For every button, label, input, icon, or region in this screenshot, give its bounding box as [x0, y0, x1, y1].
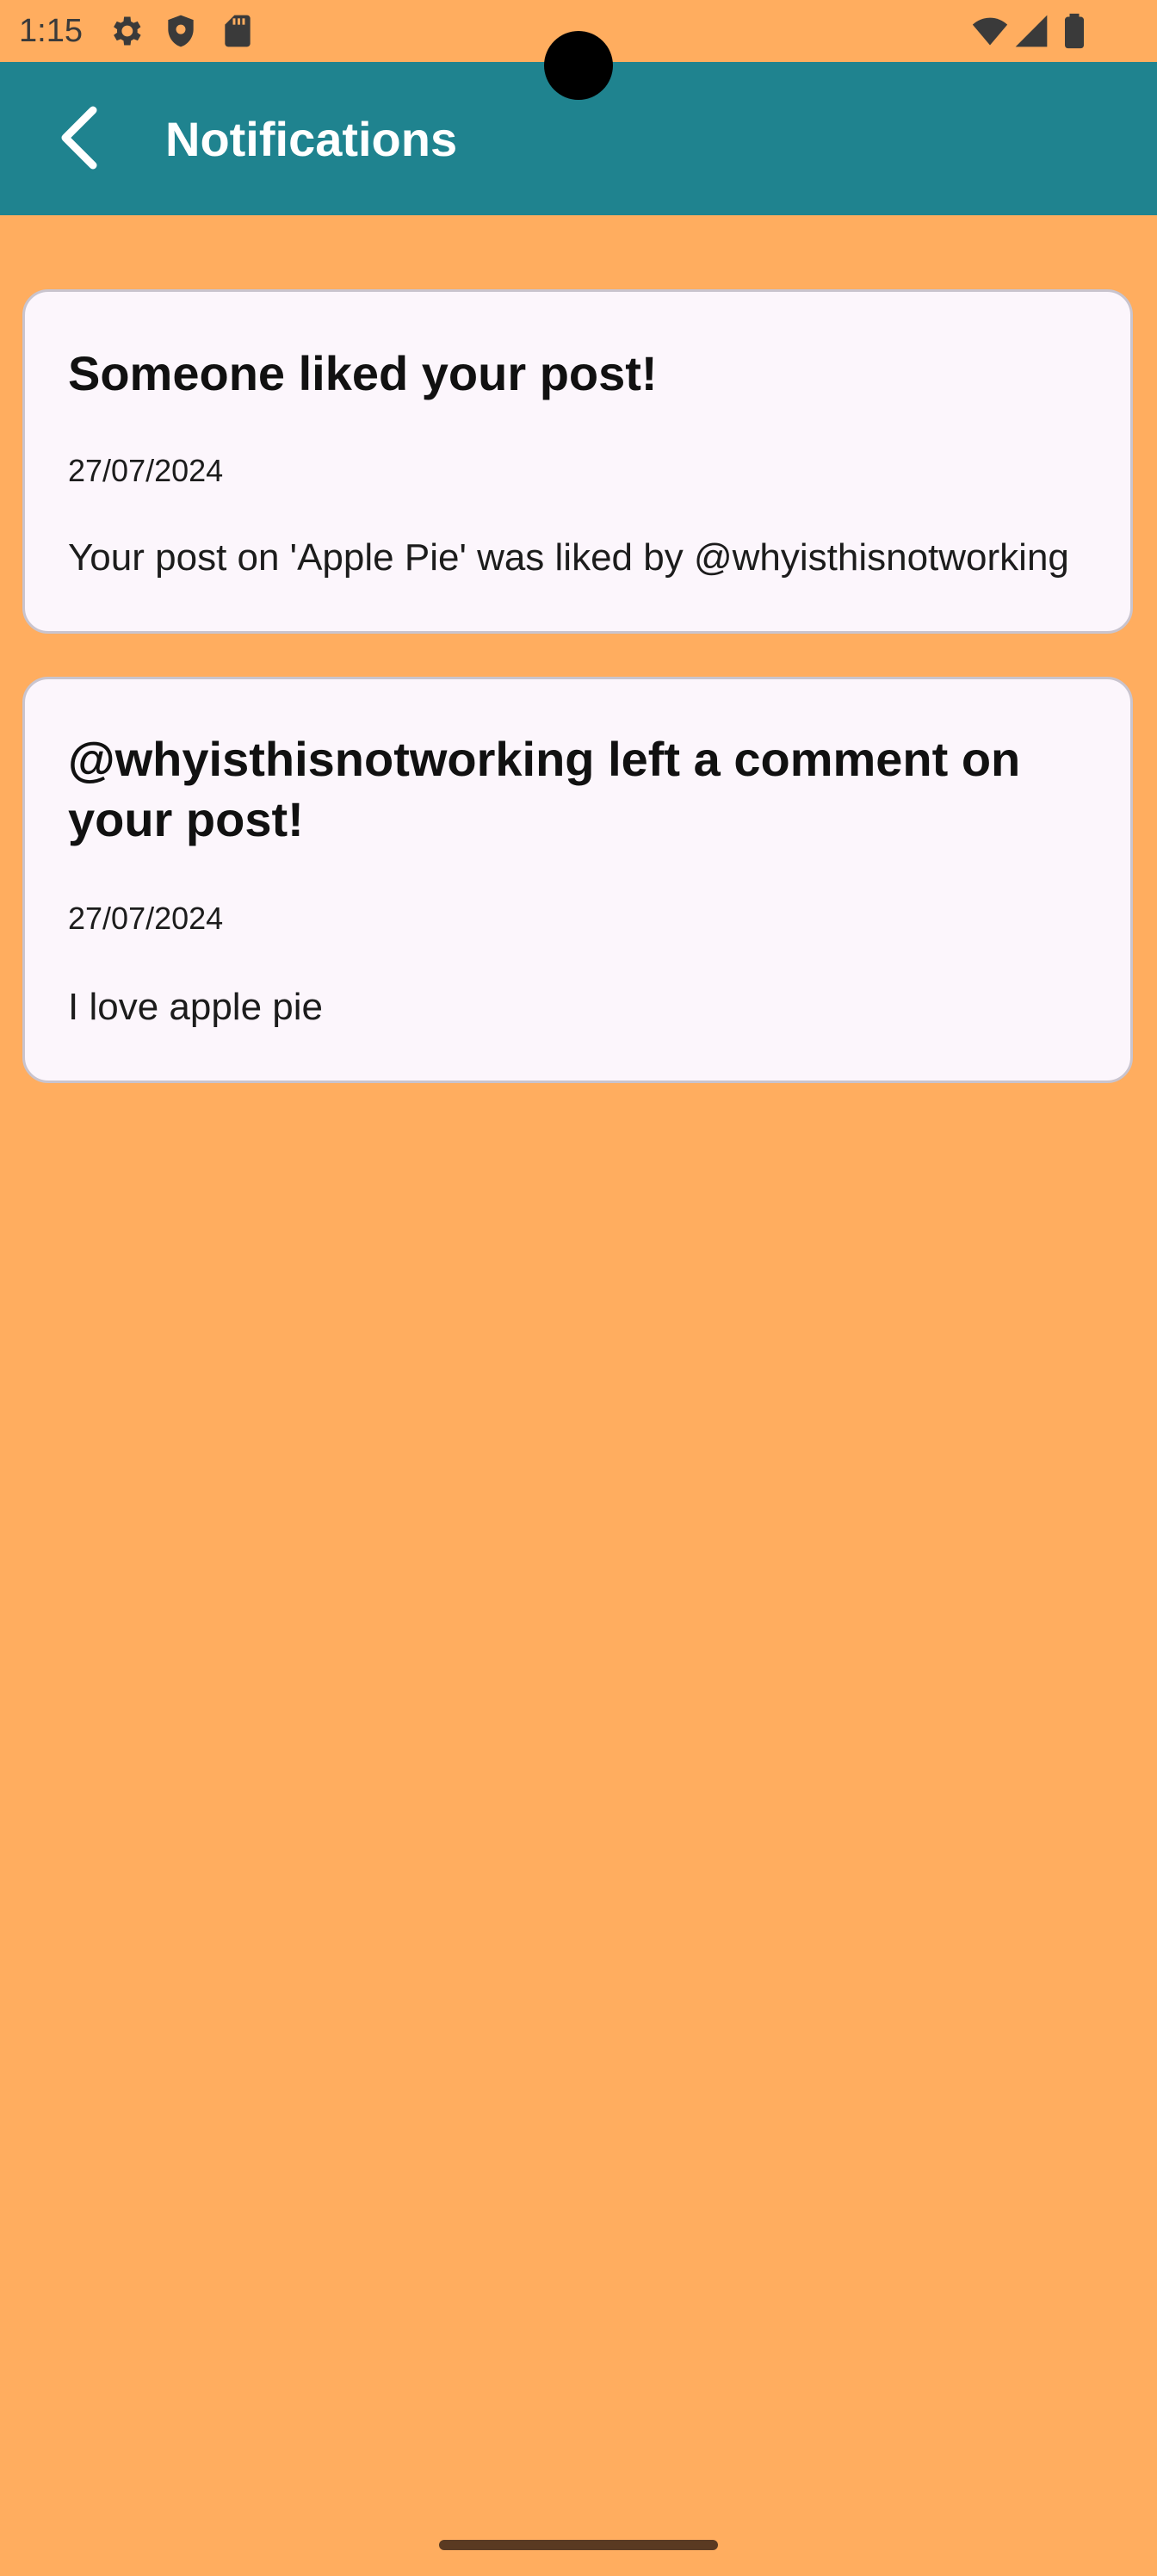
- back-button[interactable]: [46, 102, 119, 174]
- camera-cutout: [544, 31, 613, 100]
- notification-body: I love apple pie: [68, 986, 323, 1028]
- gear-icon: [114, 16, 141, 46]
- notification-title: @whyisthisnotworking left a comment on y…: [68, 732, 1021, 846]
- gesture-bar[interactable]: [439, 2540, 718, 2550]
- signal-icon: [1015, 15, 1048, 47]
- battery-icon: [1065, 13, 1084, 49]
- notification-card[interactable]: Someone liked your post! 27/07/2024 Your…: [22, 289, 1133, 634]
- wifi-icon: [972, 17, 1008, 46]
- notification-date: 27/07/2024: [68, 901, 224, 936]
- notification-body: Your post on 'Apple Pie' was liked by @w…: [68, 536, 1069, 579]
- sd-card-icon: [225, 15, 251, 47]
- notification-date: 27/07/2024: [68, 453, 224, 488]
- status-time: 1:15: [19, 13, 83, 49]
- page-title: Notifications: [165, 112, 458, 166]
- shield-icon: [168, 15, 194, 47]
- notification-card[interactable]: @whyisthisnotworking left a comment on y…: [22, 677, 1133, 1083]
- chevron-left-icon: [61, 106, 97, 170]
- notification-title: Someone liked your post!: [68, 346, 658, 400]
